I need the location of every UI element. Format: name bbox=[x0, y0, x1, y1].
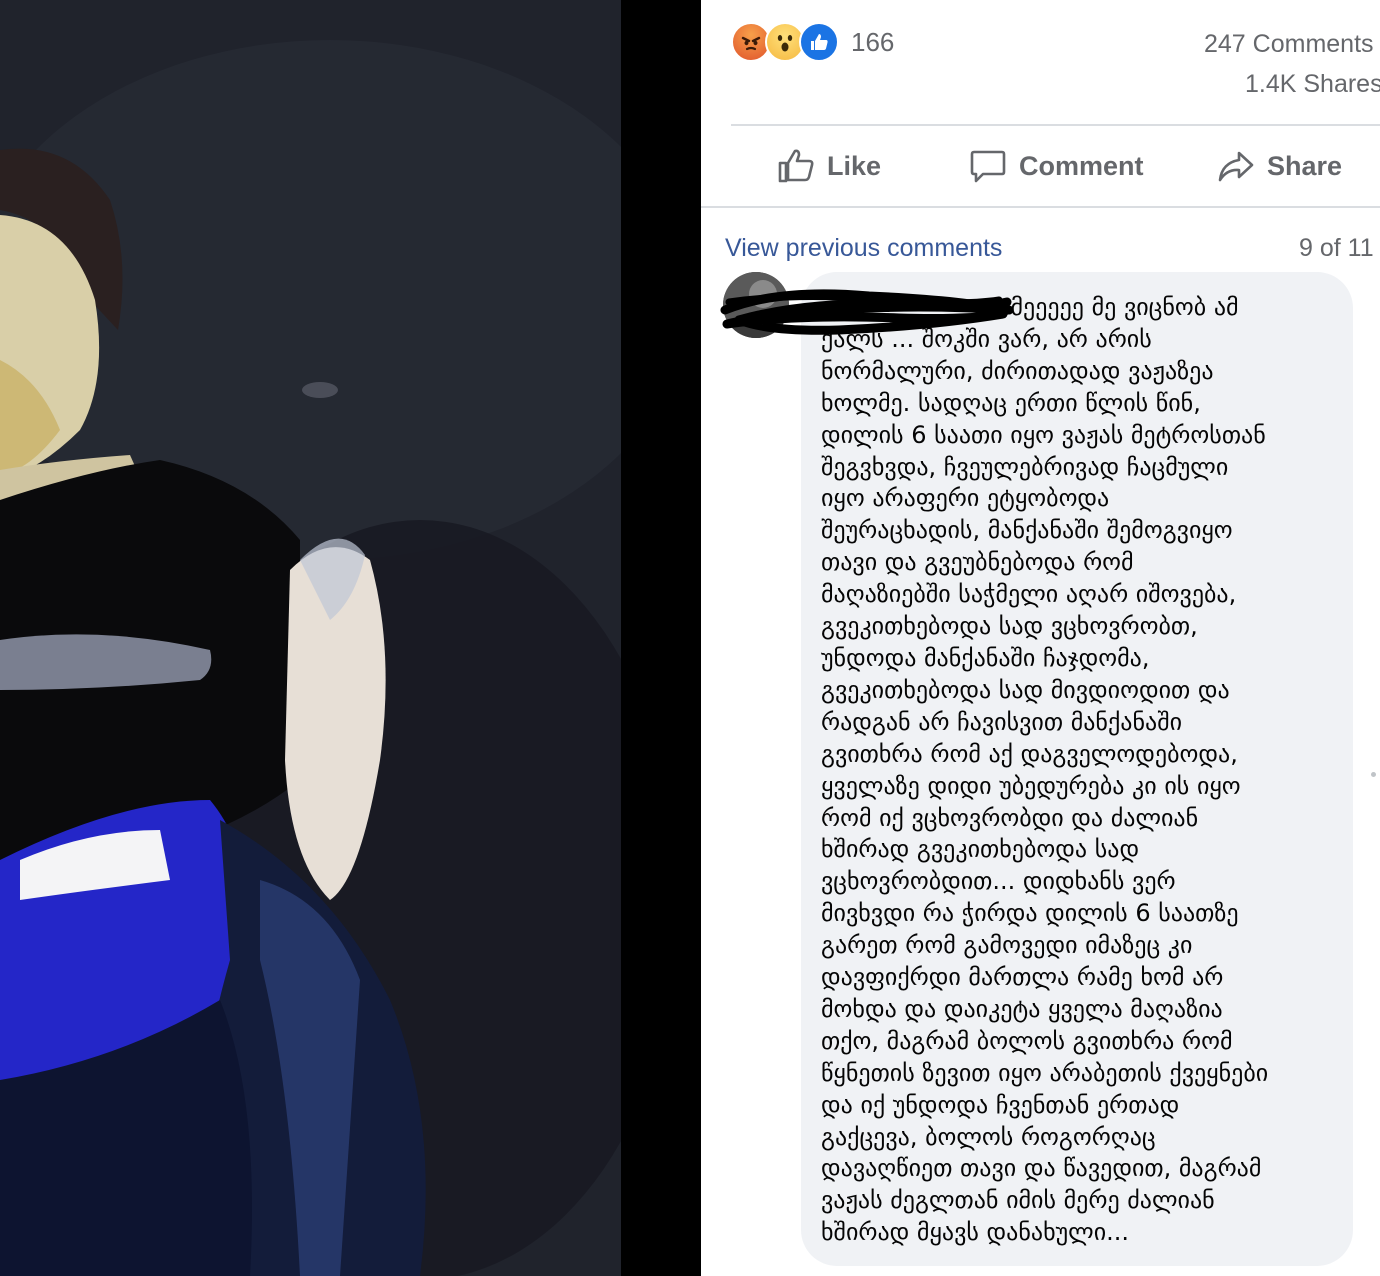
comment-bubble-icon bbox=[970, 150, 1006, 183]
reaction-count: 166 bbox=[851, 26, 895, 57]
divider bbox=[731, 124, 1380, 126]
post-panel: 166 247 Comments 1.4K Shares Like Commen… bbox=[701, 0, 1380, 1276]
comment-button[interactable]: Comment bbox=[969, 140, 1144, 192]
comments-count-link[interactable]: 247 Comments bbox=[1204, 30, 1374, 59]
like-button[interactable]: Like bbox=[777, 140, 881, 192]
share-label: Share bbox=[1267, 150, 1343, 181]
like-reaction-icon bbox=[799, 22, 839, 62]
share-button[interactable]: Share bbox=[1217, 140, 1342, 192]
thumbs-up-icon bbox=[778, 149, 814, 183]
scrollbar-indicator bbox=[1371, 772, 1376, 777]
comment-label: Comment bbox=[1019, 150, 1144, 181]
shares-count-link[interactable]: 1.4K Shares bbox=[1245, 70, 1380, 99]
like-label: Like bbox=[827, 150, 882, 181]
photo-figure bbox=[0, 0, 621, 1276]
image-border bbox=[621, 0, 701, 1276]
view-previous-comments-link[interactable]: View previous comments bbox=[725, 234, 1002, 263]
comment-text: ვაიმეეეეე მე ვიცნობ ამ ქალს ... შოკში ვა… bbox=[821, 293, 1269, 1247]
share-arrow-icon bbox=[1218, 151, 1254, 182]
redaction-scribble bbox=[720, 289, 1014, 335]
divider bbox=[701, 206, 1380, 208]
attached-photo[interactable] bbox=[0, 0, 621, 1276]
comments-pagination: 9 of 11 bbox=[1299, 234, 1374, 262]
reactions-summary[interactable]: 166 bbox=[731, 22, 894, 62]
